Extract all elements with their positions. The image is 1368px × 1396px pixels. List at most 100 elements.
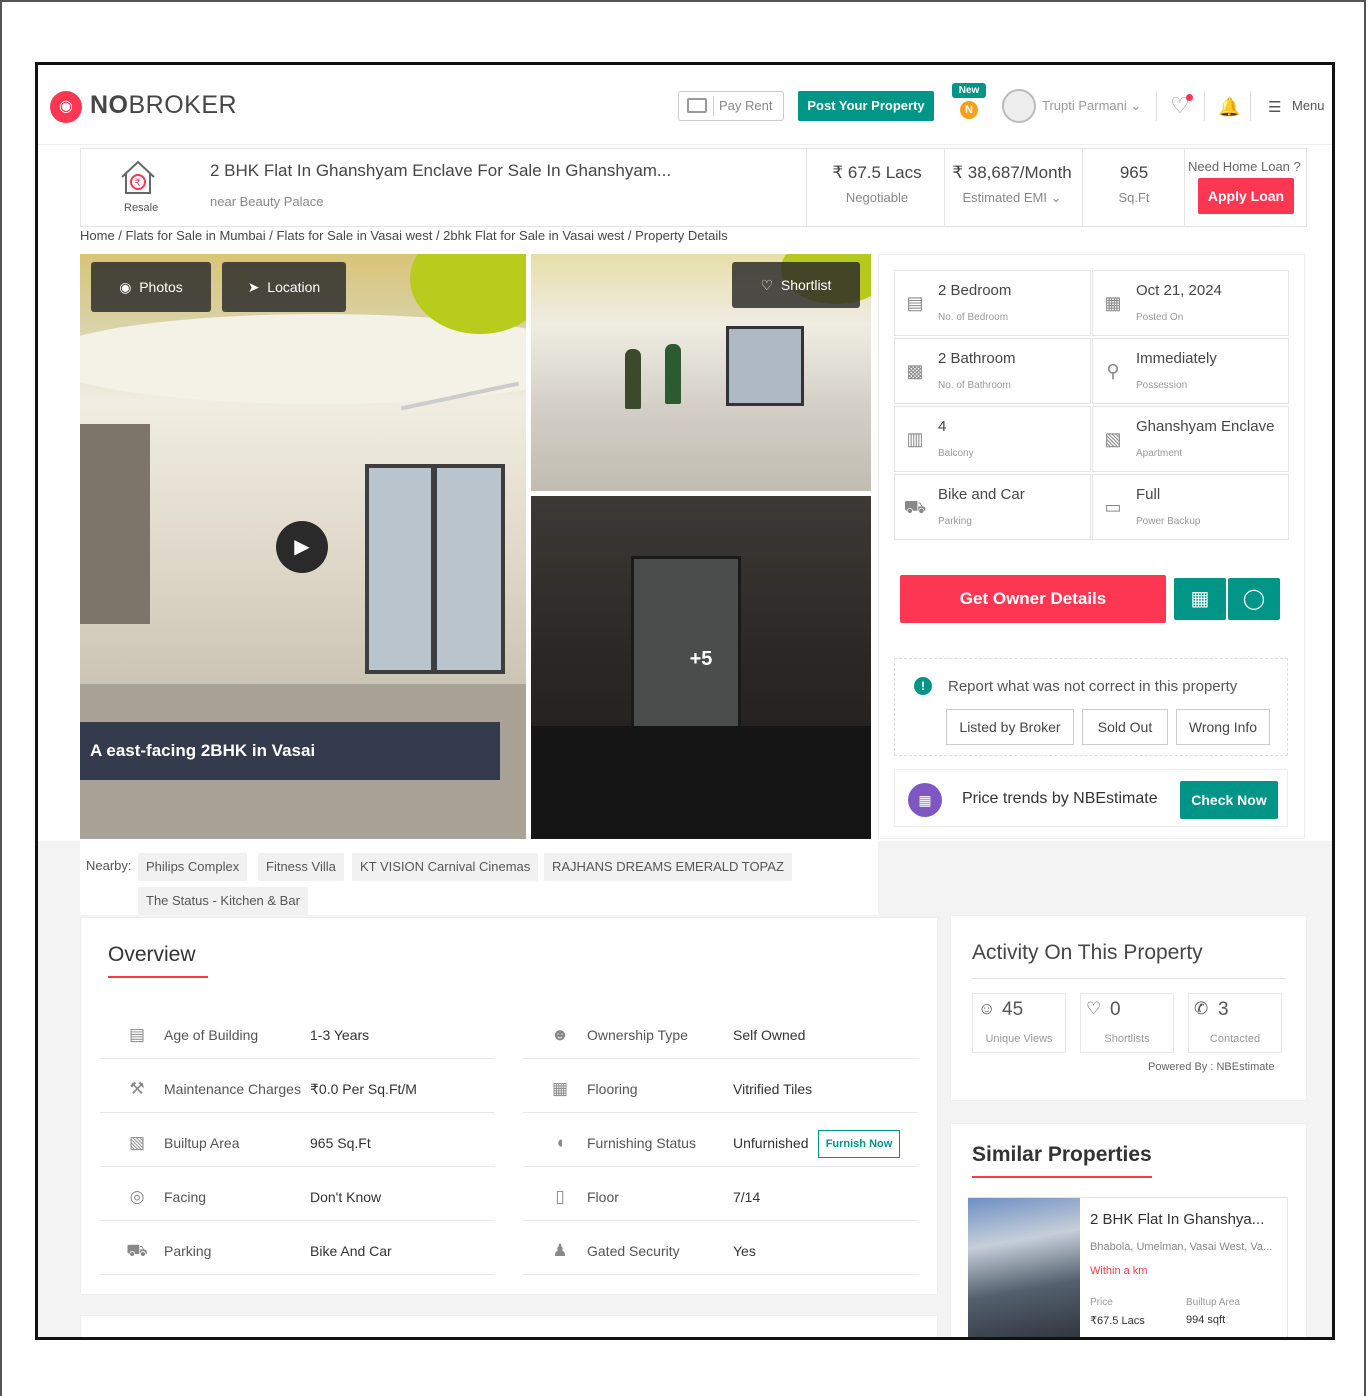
title-underline <box>108 976 208 978</box>
battery-icon: ▭ <box>1104 497 1122 517</box>
emi-dropdown[interactable]: Estimated EMI ⌄ <box>946 190 1078 206</box>
nearby-chip[interactable]: The Status - Kitchen & Bar <box>138 887 308 915</box>
nobroker-logo-icon[interactable]: ◉ <box>50 91 82 123</box>
calendar-icon: ▦ <box>1104 293 1122 313</box>
photo-caption: A east-facing 2BHK in Vasai <box>80 722 500 780</box>
activity-label: Unique Views <box>985 1033 1053 1045</box>
spec-label: No. of Bedroom <box>938 312 1009 323</box>
divider <box>806 149 807 226</box>
user-name: Trupti Parmani <box>1042 98 1127 113</box>
activity-value: 0 <box>1110 999 1121 1020</box>
photos-label: Photos <box>139 279 183 295</box>
check-now-button[interactable]: Check Now <box>1180 781 1278 819</box>
activity-value: 45 <box>1002 999 1024 1020</box>
spec-value: Ghanshyam Enclave <box>1136 418 1275 435</box>
pay-rent-button[interactable]: Pay Rent <box>678 91 784 121</box>
report-text: Report what was not correct in this prop… <box>948 678 1238 695</box>
spec-value: Oct 21, 2024 <box>1136 282 1222 299</box>
overview-value: Bike And Car <box>310 1243 392 1259</box>
similar-property-name[interactable]: 2 BHK Flat In Ghanshya... <box>1090 1211 1264 1228</box>
bathtub-icon: ▩ <box>906 361 924 381</box>
apply-loan-button[interactable]: Apply Loan <box>1198 178 1294 214</box>
overview-row <box>523 1009 918 1059</box>
overview-row <box>523 1063 918 1113</box>
area-value: 965 <box>1119 163 1149 182</box>
nearby-chip[interactable]: RAJHANS DREAMS EMERALD TOPAZ <box>544 853 792 881</box>
resale-label: Resale <box>124 202 159 214</box>
emi-label: Estimated EMI <box>962 190 1047 205</box>
breadcrumb[interactable]: Home / Flats for Sale in Mumbai / Flats … <box>80 228 728 243</box>
spec-label: Posted On <box>1136 312 1184 323</box>
sofa-icon: ◖ <box>554 1133 566 1152</box>
report-listed-by-broker-button[interactable]: Listed by Broker <box>946 709 1074 745</box>
next-panel <box>80 1315 938 1337</box>
overview-title: Overview <box>108 943 196 966</box>
menu-label[interactable]: Menu <box>1292 98 1325 113</box>
play-video-icon[interactable]: ▶ <box>276 521 328 573</box>
avatar[interactable] <box>1002 89 1036 123</box>
floor-icon: ▯ <box>555 1187 565 1206</box>
divider <box>972 978 1286 979</box>
overview-label: Floor <box>587 1189 619 1205</box>
nobroker-logo[interactable]: NOBROKER <box>90 91 237 120</box>
location-button[interactable]: ➤ Location <box>222 262 346 312</box>
house-rupee-icon: ₹ <box>121 160 155 194</box>
logo-light-text: BROKER <box>128 91 238 119</box>
similar-property-photo[interactable] <box>968 1198 1080 1337</box>
spec-label: Possession <box>1136 380 1188 391</box>
user-menu[interactable]: Trupti Parmani ⌄ <box>1042 98 1141 114</box>
overview-value: 965 Sq.Ft <box>310 1135 371 1151</box>
property-landmark: near Beauty Palace <box>210 194 324 209</box>
price-value: ₹ 67.5 Lacs <box>832 163 922 182</box>
compass-icon: ◎ <box>129 1187 145 1206</box>
divider <box>1184 149 1185 226</box>
hamburger-icon[interactable]: ☰ <box>1268 98 1281 116</box>
divider <box>713 96 714 116</box>
guard-icon: ♟ <box>552 1241 568 1260</box>
shortlist-button[interactable]: ♡ Shortlist <box>732 262 860 308</box>
overview-value: Don't Know <box>310 1189 382 1205</box>
new-badge: New <box>952 83 986 98</box>
more-photos-count[interactable]: +5 <box>531 648 871 671</box>
post-property-button[interactable]: Post Your Property <box>798 91 934 121</box>
furnish-now-button[interactable]: Furnish Now <box>818 1130 900 1158</box>
chat-icon: ◯ <box>1242 588 1266 610</box>
overview-value: 7/14 <box>733 1189 761 1205</box>
report-wrong-info-button[interactable]: Wrong Info <box>1176 709 1270 745</box>
spec-value: 4 <box>938 418 947 435</box>
owner-icon: ☻ <box>551 1025 569 1044</box>
calendar-icon: ▦ <box>1190 588 1210 610</box>
heart-icon: ♡ <box>760 277 774 293</box>
nearby-chip[interactable]: Philips Complex <box>138 853 248 881</box>
emi-value: ₹ 38,687/Month <box>952 163 1072 182</box>
chevron-down-icon: ⌄ <box>1130 98 1142 113</box>
nearby-chip[interactable]: Fitness Villa <box>258 853 344 881</box>
key-icon: ⚲ <box>1106 361 1120 381</box>
overview-row <box>523 1171 918 1221</box>
overview-label: Parking <box>164 1243 212 1259</box>
get-owner-details-button[interactable]: Get Owner Details <box>900 575 1166 623</box>
photos-button[interactable]: ◉ Photos <box>91 262 211 312</box>
notification-n-badge[interactable]: N <box>960 101 978 119</box>
overview-label: Maintenance Charges <box>164 1081 301 1097</box>
camera-icon: ◉ <box>119 279 132 295</box>
report-sold-out-button[interactable]: Sold Out <box>1082 709 1168 745</box>
schedule-visit-button[interactable]: ▦ <box>1174 578 1226 620</box>
chevron-down-icon: ⌄ <box>1050 190 1062 205</box>
car-icon: ⛟ <box>126 1241 148 1260</box>
chart-icon: ▦ <box>908 783 942 817</box>
heart-icon: ♡ <box>1086 999 1102 1018</box>
spec-label: Balcony <box>938 448 974 459</box>
powered-by: Powered By : NBEstimate <box>1148 1061 1275 1073</box>
activity-label: Shortlists <box>1104 1033 1150 1045</box>
nearby-chip[interactable]: KT VISION Carnival Cinemas <box>352 853 539 881</box>
spec-value: Immediately <box>1136 350 1217 367</box>
spec-value: 2 Bathroom <box>938 350 1016 367</box>
overview-label: Furnishing Status <box>587 1135 696 1151</box>
divider <box>1156 91 1157 121</box>
chat-button[interactable]: ◯ <box>1228 578 1280 620</box>
location-label: Location <box>267 279 321 295</box>
overview-label: Facing <box>164 1189 207 1205</box>
bell-icon[interactable]: 🔔 <box>1218 97 1240 118</box>
notification-dot <box>1186 94 1193 101</box>
